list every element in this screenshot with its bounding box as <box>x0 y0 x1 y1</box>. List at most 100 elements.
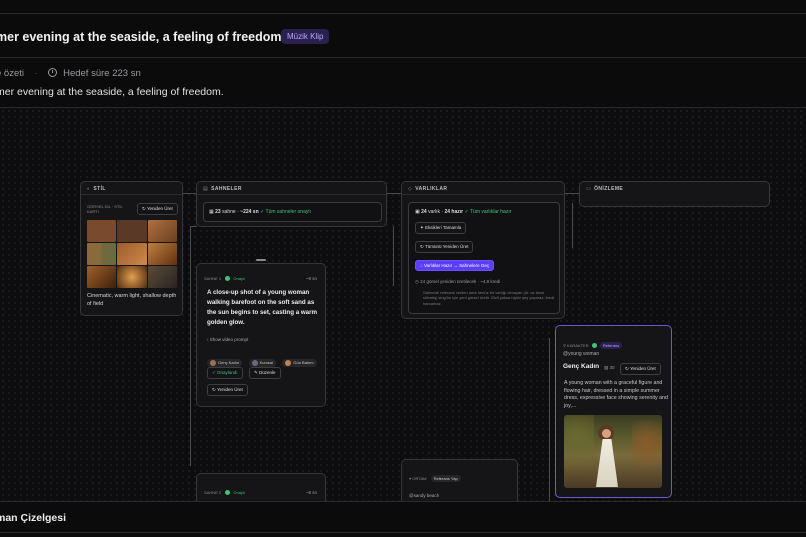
top-bar <box>0 0 806 14</box>
preview-node-header: ▭ ÖNİZLEME <box>586 186 624 192</box>
go-to-scenes-button[interactable]: ◌ Varlıklar Hazır → Sahnelere Geç <box>415 260 495 271</box>
chip-time[interactable]: Gün Batımı <box>282 358 317 367</box>
moodboard-swatch <box>117 266 147 288</box>
location-label: ORTAM <box>412 476 427 481</box>
drag-handle[interactable] <box>256 259 266 261</box>
scene-status: Onaylı <box>233 490 245 495</box>
moodboard-grid <box>87 220 177 288</box>
genre-badge: Müzik Klip <box>281 29 330 44</box>
film-icon: ▤ <box>203 186 209 192</box>
style-node-header: ◐ STİL <box>81 182 182 195</box>
face-shape <box>602 429 611 438</box>
moodboard-swatch <box>87 220 117 242</box>
project-info: e özeti · Hedef süre 223 sn mer evening … <box>0 58 806 108</box>
clock-icon <box>48 68 58 77</box>
palette-icon: ◐ <box>87 186 91 192</box>
preview-node[interactable]: ▭ ÖNİZLEME <box>579 181 770 207</box>
character-card[interactable]: ⚲ KARAKTER Referans @young woman Genç Ka… <box>555 325 672 498</box>
moodboard-swatch <box>117 243 147 265</box>
assets-count: 24 <box>421 209 427 215</box>
chip-location[interactable]: Kumsal <box>248 358 276 367</box>
scenes-duration: ~224 sn <box>240 209 259 215</box>
moodboard-swatch <box>147 243 177 265</box>
style-node[interactable]: ◐ STİL GÖRSEL DİL · STİL KARTI ↻ Yeniden … <box>80 181 183 316</box>
timeline-bar: man Çizelgesi <box>0 501 806 537</box>
connector-line <box>182 193 196 194</box>
meta-line: e özeti · Hedef süre 223 sn <box>0 67 141 79</box>
title-bar: mer evening at the seaside, a feeling of… <box>0 14 806 58</box>
scene-label: SAHNE 1 <box>204 276 222 281</box>
style-caption: Cinematic, warm light, shallow depth of … <box>87 293 177 307</box>
character-count: ▨ 30 <box>604 365 615 370</box>
character-name: Genç Kadın <box>563 363 600 370</box>
layers-icon: ◇ <box>408 186 413 192</box>
reference-tag[interactable]: Referans Yap <box>430 475 461 482</box>
character-image <box>564 415 662 488</box>
foliage-shape <box>564 415 594 488</box>
assets-panel: ▣ 24 varlık · 24 hazır ✓ Tüm varlıklar h… <box>408 202 560 314</box>
scene-status: Onaylı <box>233 276 245 281</box>
scene-label: SAHNE 2 <box>204 490 222 495</box>
divider <box>0 532 806 533</box>
project-prompt: mer evening at the seaside, a feeling of… <box>0 86 224 98</box>
regenerate-all-button[interactable]: ↻ Tümünü Yeniden Üret <box>415 241 474 253</box>
connector-line <box>565 193 579 194</box>
connector-line <box>393 226 394 286</box>
avatar <box>251 359 258 366</box>
moodboard-swatch <box>87 266 117 288</box>
reference-tag: Referans <box>599 342 623 349</box>
complete-missing-button[interactable]: ✦ Eksikleri Tamamla <box>415 222 467 234</box>
scene-duration: ~8 sn <box>305 276 317 281</box>
credit-note: ◷ 24 görsel yeniden üretilecek · ~4,8 kr… <box>415 279 501 284</box>
connector-line <box>572 203 573 248</box>
assets-count-label: varlık · <box>428 209 444 215</box>
connector-line <box>386 193 401 194</box>
connector-line <box>190 226 197 227</box>
scenes-summary: ▦ 23 sahne · ~224 sn ✓ Tüm sahneler onay… <box>203 202 382 222</box>
flow-canvas[interactable]: ◐ STİL GÖRSEL DİL · STİL KARTI ↻ Yeniden … <box>0 108 806 501</box>
character-regenerate-button[interactable]: ↻ Yeniden Üret <box>620 363 661 375</box>
summary-label: e özeti <box>0 68 24 79</box>
character-description: A young woman with a graceful figure and… <box>564 380 668 410</box>
chip-character[interactable]: Genç Kadın <box>207 358 243 367</box>
style-card-label: GÖRSEL DİL · STİL KARTI <box>87 204 123 214</box>
scenes-count-label: sahne · <box>222 209 239 215</box>
target-duration: Hedef süre 223 sn <box>63 68 141 79</box>
location-card[interactable]: ⌖ ORTAM Referans Yap @sandy beach <box>401 459 518 501</box>
style-regenerate-button[interactable]: ↻ Yeniden Üret <box>137 203 178 215</box>
scene-text: A close-up shot of a young woman walking… <box>207 289 318 326</box>
moodboard-swatch <box>117 220 147 242</box>
connector-line <box>549 338 550 501</box>
edit-button[interactable]: ✎ Düzenle <box>249 367 281 379</box>
monitor-icon: ▭ <box>586 186 592 192</box>
connector-line <box>190 226 191 466</box>
scenes-status: Tüm sahneler onaylı <box>265 209 311 215</box>
scenes-node[interactable]: ▤ SAHNELER ▦ 23 sahne · ~224 sn ✓ Tüm sah… <box>196 181 387 227</box>
assets-ready: 24 hazır <box>444 209 464 215</box>
dress-shape <box>596 439 618 487</box>
approved-button[interactable]: ✓ Onaylandı <box>207 367 243 379</box>
character-slug: @young woman <box>563 351 600 357</box>
avatar <box>210 359 216 366</box>
moodboard-swatch <box>147 220 177 242</box>
scene-card[interactable]: SAHNE 1 Onaylı ~8 sn A close-up shot of … <box>196 263 326 407</box>
show-prompt-toggle[interactable]: › Show video prompt <box>207 337 248 342</box>
assets-hint: Sahnede referans verilen ama henüz bir v… <box>423 290 555 306</box>
location-slug: @sandy beach <box>409 493 440 498</box>
scenes-count: 23 <box>215 209 221 215</box>
assets-status: Tüm varlıklar hazır <box>469 209 512 215</box>
check-icon <box>591 343 597 349</box>
page-title: mer evening at the seaside, a feeling of… <box>0 30 285 44</box>
foliage-shape <box>632 420 662 480</box>
scene-regenerate-button[interactable]: ↻ Yeniden Üret <box>207 384 248 396</box>
moodboard-swatch <box>147 266 177 288</box>
moodboard-swatch <box>87 243 117 265</box>
scene-duration: ~8 sn <box>305 490 317 495</box>
check-icon <box>225 490 231 496</box>
assets-node[interactable]: ◇ VARLIKLAR ▣ 24 varlık · 24 hazır ✓ Tüm … <box>401 181 565 319</box>
meta-separator: · <box>34 68 38 79</box>
avatar <box>285 359 292 366</box>
scene-card[interactable]: SAHNE 2 Onaylı ~8 sn <box>196 473 326 501</box>
assets-node-header: ◇ VARLIKLAR <box>402 182 564 195</box>
check-icon <box>225 276 231 282</box>
